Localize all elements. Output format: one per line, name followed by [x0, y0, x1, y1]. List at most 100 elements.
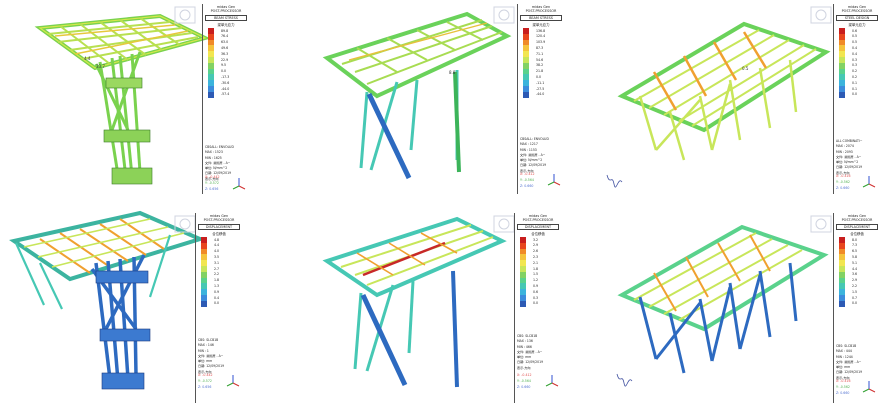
- scale-row: 0.0: [836, 91, 878, 98]
- scale-value: 1.5: [533, 272, 539, 277]
- info-block: ALL COMBINATI~ MAX : 2074 MIN : 2093 文件:…: [836, 139, 878, 177]
- info-block: CBS: SLCB1B MAX : 146 MIN : 1 文件: 悬挑屋 - …: [198, 338, 240, 376]
- date-label: 日期: 12/09/2019: [520, 163, 547, 168]
- midas-watermark-icon: [493, 6, 515, 24]
- subtitle-label: POST-PROCESSOR: [841, 9, 873, 14]
- scale-value: 0.0: [536, 74, 542, 79]
- scale-value: 0.9: [533, 283, 539, 288]
- x-coord: X: -0.442: [205, 175, 220, 179]
- scale-value: 1.8: [214, 278, 220, 283]
- max-label: MAX : 136: [517, 339, 533, 344]
- result-panel-2: 8.8 midas Gen POST-PROCESSOR BEAM STRESS…: [297, 0, 594, 209]
- legend-2: midas Gen POST-PROCESSOR BEAM STRESS 梁单元…: [517, 4, 564, 194]
- scale-swatch: [839, 300, 845, 307]
- z-coord: Z: 0.660: [836, 391, 850, 395]
- info-block: CBS: SLCB1B MAX : 136 MIN : 466 文件: 悬挑屋 …: [517, 334, 559, 372]
- date-label: 日期: 12/09/2019: [517, 360, 544, 365]
- color-scale: 0.6 0.5 0.5 0.4 0.4 0.3 0.3 0.2 0.2 0.1 0.1 0.0: [836, 28, 878, 98]
- scale-value: 76.4: [221, 34, 229, 39]
- scale-swatch: [523, 91, 529, 98]
- y-coord: Y: -0.562: [836, 180, 850, 184]
- result-panel-5: midas Gen POST-PROCESSOR DISPLACEMENT 合位…: [297, 209, 594, 418]
- date-label: 日期: 12/09/2019: [198, 364, 225, 369]
- scale-value: 2.9: [852, 278, 858, 283]
- color-scale: 8.0 7.3 6.5 5.8 5.1 4.4 3.6 2.9 2.2 1.5 0.7 0.0: [836, 237, 878, 307]
- z-coord: Z: 0.660: [520, 184, 534, 188]
- color-scale: 3.2 2.9 2.6 2.3 2.1 1.8 1.5 1.2 0.9 0.6 0.3 0.0: [517, 237, 559, 307]
- scale-value: 0.2: [852, 74, 858, 79]
- scale-value: 0.3: [852, 63, 858, 68]
- scale-value: 0.4: [852, 45, 858, 50]
- subtitle-label: POST-PROCESSOR: [841, 218, 873, 223]
- scale-value: 21.8: [536, 69, 544, 74]
- scale-value: 54.6: [536, 57, 544, 62]
- x-coord: X: -0.416: [836, 174, 851, 178]
- scale-value: 0.0: [852, 301, 858, 306]
- scale-value: 22.9: [221, 57, 229, 62]
- svg-text:33.7: 33.7: [96, 64, 105, 69]
- scale-value: -27.5: [536, 86, 545, 91]
- x-coord: X: -0.412: [520, 172, 535, 176]
- axis-triad-icon: [226, 373, 240, 387]
- result-panel-3: 0.5 midas Gen POST-PROCESSOR STEEL DESIG…: [594, 0, 891, 209]
- scale-value: 136.8: [536, 28, 546, 33]
- subtitle-label: POST-PROCESSOR: [522, 218, 554, 223]
- min-label: MIN : 1244: [836, 354, 853, 359]
- scale-value: 0.5: [852, 34, 858, 39]
- result-sub-label: 梁单元应力: [217, 22, 235, 27]
- view-label: 表示-方向: [517, 365, 531, 370]
- scale-value: 0.0: [533, 301, 539, 306]
- result-type-label: DISPLACEMENT: [836, 223, 878, 230]
- scale-value: 4.0: [214, 249, 220, 254]
- scale-value: 0.6: [533, 289, 539, 294]
- scale-value: 0.4: [852, 51, 858, 56]
- max-label: MAX : 1523: [205, 150, 223, 155]
- scale-value: 9.5: [221, 63, 227, 68]
- scale-value: -30.6: [221, 80, 230, 85]
- scale-value: 3.2: [533, 237, 539, 242]
- x-coord: X: -0.412: [517, 373, 532, 377]
- scale-value: 0.1: [852, 86, 858, 91]
- scale-value: 0.7: [852, 295, 858, 300]
- scale-value: 0.9: [214, 289, 220, 294]
- min-label: MIN : 2093: [836, 149, 853, 154]
- scale-value: 120.4: [536, 34, 546, 39]
- y-coord: Y: -0.564: [517, 379, 531, 383]
- max-label: MAX : 444: [836, 349, 852, 354]
- scale-value: 5.8: [852, 254, 858, 259]
- result-sub-label: 合位移值: [531, 231, 545, 236]
- scale-row: -44.0: [520, 91, 562, 98]
- scale-value: 2.2: [214, 272, 220, 277]
- subtitle-label: POST-PROCESSOR: [210, 9, 242, 14]
- x-coord: X: -0.416: [836, 379, 851, 383]
- scale-value: 1.8: [533, 266, 539, 271]
- subtitle-label: POST-PROCESSOR: [525, 9, 557, 14]
- y-coord: Y: -0.564: [520, 178, 534, 182]
- scale-value: -57.4: [221, 92, 230, 97]
- axis-triad-icon: [232, 176, 246, 190]
- scale-value: 0.2: [852, 69, 858, 74]
- scale-value: 2.2: [852, 283, 858, 288]
- scale-value: 0.3: [533, 295, 539, 300]
- result-sub-label: 梁单元应力: [532, 22, 550, 27]
- scale-value: 0.5: [852, 40, 858, 45]
- result-type-label: BEAM STRESS: [205, 14, 247, 21]
- signature-mark: [616, 373, 633, 387]
- result-sub-label: 梁单元应力: [848, 22, 866, 27]
- scale-swatch: [208, 91, 214, 98]
- scale-value: 2.7: [214, 266, 220, 271]
- scale-value: 2.9: [533, 243, 539, 248]
- result-type-label: STEEL DESIGN: [836, 14, 878, 21]
- info-block: CBS: SLCB1B MAX : 444 MIN : 1244 文件: 悬挑屋…: [836, 344, 878, 382]
- legend-6: midas Gen POST-PROCESSOR DISPLACEMENT 合位…: [833, 213, 880, 403]
- axis-triad-icon: [545, 373, 559, 387]
- scale-value: -44.0: [221, 86, 230, 91]
- scale-value: 1.3: [214, 283, 220, 288]
- scale-value: 87.3: [536, 45, 544, 50]
- midas-watermark-icon: [810, 6, 832, 24]
- scale-value: 3.6: [852, 272, 858, 277]
- svg-text:0.5: 0.5: [742, 66, 749, 71]
- structure-view-1: 4.4 33.7: [34, 13, 211, 185]
- y-coord: Y: -0.572: [205, 181, 219, 185]
- scale-value: 0.0: [852, 92, 858, 97]
